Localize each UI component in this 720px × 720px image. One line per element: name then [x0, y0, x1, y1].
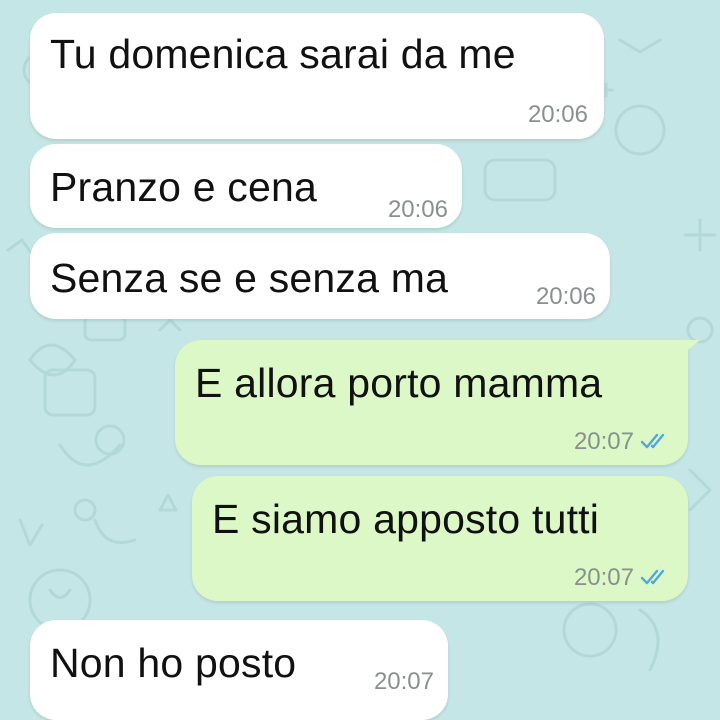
message-text: Senza se e senza ma [50, 255, 449, 301]
message-timestamp: 20:06 [527, 101, 588, 128]
message-bubble-incoming[interactable]: Tu domenica sarai da me 20:06 [30, 13, 604, 139]
message-timestamp: 20:06 [387, 196, 448, 223]
message-text: E allora porto mamma [195, 360, 603, 406]
message-bubble-outgoing[interactable]: E siamo apposto tutti 20:07 [192, 476, 688, 601]
message-bubble-incoming[interactable]: Pranzo e cena 20:06 [30, 144, 462, 228]
message-bubble-incoming[interactable]: Senza se e senza ma 20:06 [30, 233, 610, 319]
bubble-tail [678, 340, 700, 358]
message-timestamp: 20:07 [573, 564, 634, 591]
message-bubble-incoming[interactable]: Non ho posto 20:07 [30, 620, 448, 720]
message-text: Non ho posto [50, 640, 297, 686]
message-text: Pranzo e cena [50, 164, 317, 210]
message-timestamp: 20:07 [573, 428, 634, 455]
message-bubble-outgoing[interactable]: E allora porto mamma 20:07 [175, 340, 700, 465]
message-timestamp: 20:06 [535, 283, 596, 310]
double-check-read-icon [640, 569, 665, 585]
double-check-read-icon [640, 433, 665, 449]
message-timestamp: 20:07 [373, 668, 434, 695]
message-text: E siamo apposto tutti [212, 496, 600, 542]
message-text: Tu domenica sarai da me [50, 31, 516, 77]
